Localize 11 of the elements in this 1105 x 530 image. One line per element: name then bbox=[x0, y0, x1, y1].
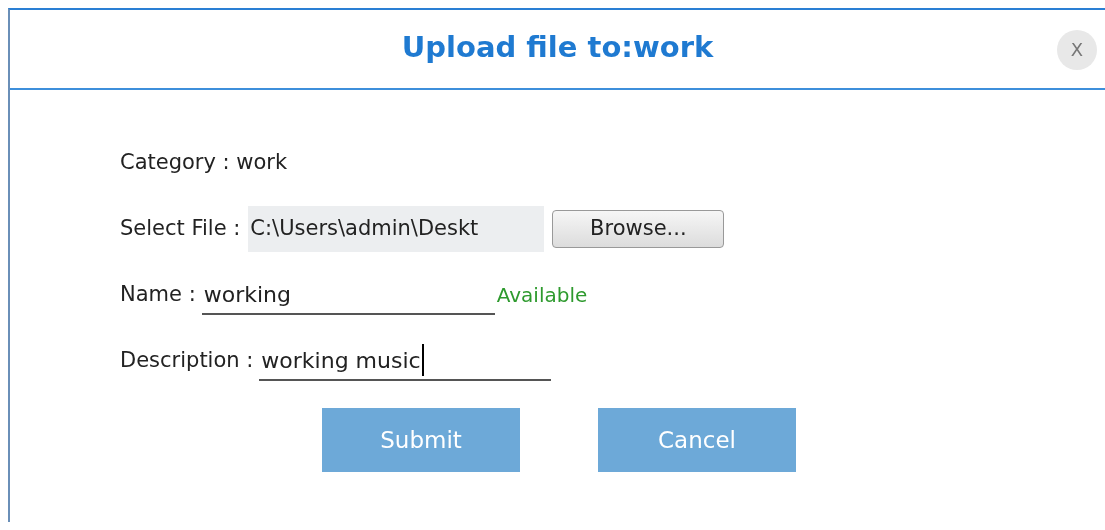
status-text: Available bbox=[496, 282, 588, 309]
dialog-title: Upload file to:work bbox=[401, 29, 714, 67]
file-path-field[interactable]: C:\Users\admin\Deskt bbox=[248, 206, 545, 252]
close-button[interactable]: X bbox=[1057, 30, 1097, 70]
text-field[interactable]: working bbox=[201, 275, 495, 315]
field-label: Description : bbox=[120, 347, 254, 375]
text-field[interactable]: working music bbox=[259, 341, 552, 381]
field-label: Name : bbox=[120, 281, 196, 309]
browse-button[interactable]: Browse... bbox=[552, 210, 725, 248]
field-label: Select File : bbox=[120, 215, 241, 243]
field-label: Category : work bbox=[120, 149, 288, 177]
